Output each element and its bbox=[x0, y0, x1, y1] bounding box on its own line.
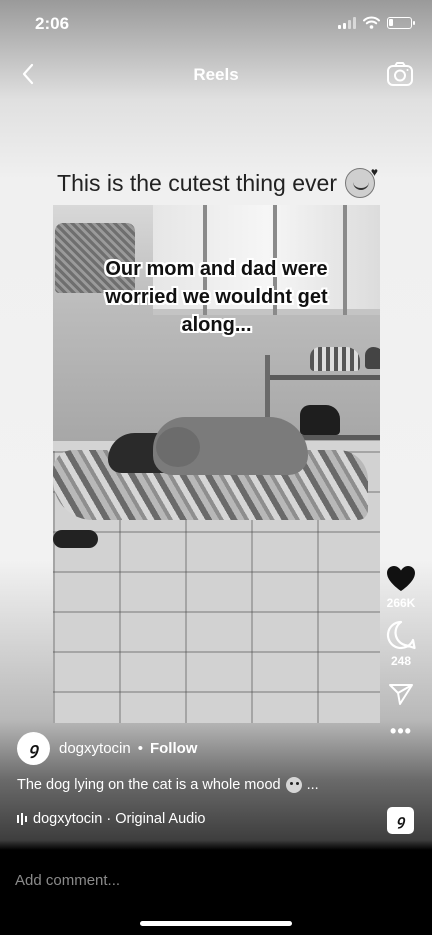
post-headline: This is the cutest thing ever ♥ bbox=[0, 165, 432, 198]
status-bar: 2:06 bbox=[0, 0, 432, 50]
like-button[interactable]: 266K bbox=[380, 565, 422, 610]
like-count: 266K bbox=[386, 596, 416, 610]
video-slipper bbox=[53, 530, 98, 548]
audio-row[interactable]: dogxytocin · Original Audio bbox=[17, 811, 206, 827]
dog-logo-icon: ꝯ bbox=[28, 739, 39, 758]
share-button[interactable] bbox=[380, 682, 422, 706]
post-caption-text: The dog lying on the cat is a whole mood bbox=[17, 777, 281, 793]
caption-more: ... bbox=[306, 777, 319, 793]
home-indicator bbox=[140, 921, 292, 926]
separator-dot: • bbox=[137, 739, 143, 757]
status-time: 2:06 bbox=[35, 14, 70, 33]
comment-input[interactable] bbox=[15, 870, 375, 890]
heart-icon bbox=[387, 566, 415, 591]
post-headline-text: This is the cutest thing ever bbox=[57, 169, 337, 196]
more-dots-icon: ••• bbox=[390, 721, 412, 741]
audio-bars-icon bbox=[17, 813, 27, 825]
smiling-face-with-hearts-icon: ♥ bbox=[344, 165, 378, 198]
battery-icon bbox=[387, 16, 415, 29]
action-column: 266K 248 ••• bbox=[380, 565, 422, 740]
dog-logo-icon: ꝯ bbox=[396, 813, 405, 829]
signal-icon bbox=[338, 16, 356, 29]
audio-label: dogxytocin · Original Audio bbox=[33, 811, 206, 827]
author-username[interactable]: dogxytocin bbox=[59, 740, 131, 757]
paper-plane-icon bbox=[389, 684, 413, 705]
post-caption[interactable]: The dog lying on the cat is a whole mood… bbox=[17, 777, 319, 793]
comment-count: 248 bbox=[390, 654, 412, 668]
follow-button[interactable]: Follow bbox=[150, 740, 198, 757]
avatar[interactable]: ꝯ bbox=[17, 731, 50, 765]
comment-bar bbox=[0, 850, 432, 935]
video-dog-head bbox=[156, 427, 200, 467]
face-emoji-icon bbox=[285, 777, 302, 793]
video-overlay-text: Our mom and dad were worried we wouldnt … bbox=[105, 258, 328, 336]
comment-bubble-icon bbox=[386, 620, 416, 650]
author-row: ꝯ dogxytocin • Follow bbox=[17, 731, 197, 765]
more-options-button[interactable]: ••• bbox=[380, 722, 422, 740]
header: Reels bbox=[0, 55, 432, 95]
status-icons bbox=[338, 16, 415, 29]
audio-thumbnail[interactable]: ꝯ bbox=[387, 807, 414, 834]
camera-button[interactable] bbox=[386, 61, 414, 87]
camera-icon bbox=[387, 62, 413, 86]
comment-button[interactable]: 248 bbox=[380, 620, 422, 668]
wifi-icon bbox=[363, 16, 380, 29]
reel-video[interactable]: Our mom and dad were worried we wouldnt … bbox=[53, 205, 380, 723]
page-title: Reels bbox=[193, 65, 239, 84]
battery-fill bbox=[389, 18, 393, 26]
